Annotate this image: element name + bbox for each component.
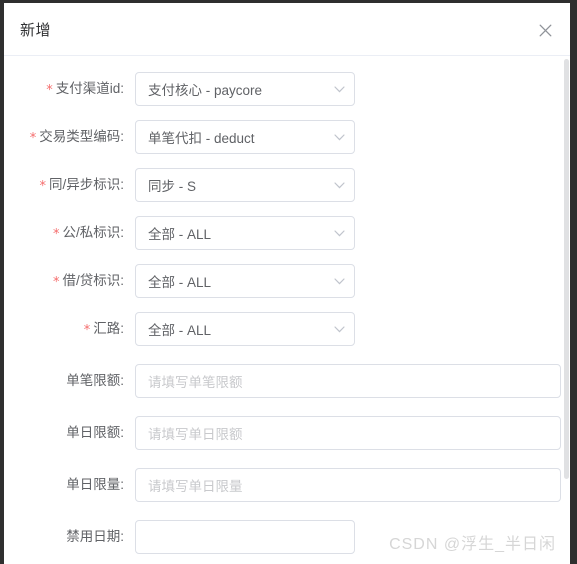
required-marker: * [52, 227, 60, 242]
select-value: 同步 - S [148, 179, 197, 194]
chevron-down-icon [333, 323, 345, 335]
required-marker: * [29, 131, 37, 146]
select-value: 全部 - ALL [148, 323, 212, 338]
scrollbar-thumb[interactable] [564, 59, 569, 479]
label-text: 汇路: [93, 321, 124, 336]
label-text: 公/私标识: [62, 225, 124, 240]
label-clearing-route: * 汇路: [4, 312, 124, 347]
select-debit-credit-flag[interactable]: 全部 - ALL [135, 264, 355, 298]
field-disabled-date [135, 520, 355, 554]
field-sync-async-flag: 同步 - S [135, 168, 355, 202]
label-public-private-flag: * 公/私标识: [4, 216, 124, 251]
dialog-header: 新增 [4, 3, 570, 56]
form-row-daily-limit-amount: 单日限额: 请填写单日限额 [4, 416, 570, 468]
form-row-clearing-route: * 汇路: 全部 - ALL [4, 312, 570, 360]
form-row-debit-credit-flag: * 借/贷标识: 全部 - ALL [4, 264, 570, 312]
chevron-down-icon [333, 227, 345, 239]
form-row-payment-channel-id: * 支付渠道id: 支付核心 - paycore [4, 72, 570, 120]
form-row-sync-async-flag: * 同/异步标识: 同步 - S [4, 168, 570, 216]
field-payment-channel-id: 支付核心 - paycore [135, 72, 355, 106]
chevron-down-icon [333, 131, 345, 143]
label-sync-async-flag: * 同/异步标识: [4, 168, 124, 203]
label-debit-credit-flag: * 借/贷标识: [4, 264, 124, 299]
label-single-limit-amount: 单笔限额: [4, 364, 124, 398]
label-text: 单日限量: [66, 477, 124, 492]
select-transaction-type-code[interactable]: 单笔代扣 - deduct [135, 120, 355, 154]
field-public-private-flag: 全部 - ALL [135, 216, 355, 250]
add-record-dialog: 新增 * 支付渠道id: 支付核心 - paycore * 交易类型编码: 单笔… [4, 3, 570, 564]
label-text: 单笔限额: [66, 373, 124, 388]
label-text: 单日限额: [66, 425, 124, 440]
dialog-scrollbar[interactable] [563, 59, 570, 564]
field-clearing-route: 全部 - ALL [135, 312, 355, 346]
input-placeholder: 请填写单日限量 [148, 479, 243, 494]
form-row-public-private-flag: * 公/私标识: 全部 - ALL [4, 216, 570, 264]
required-marker: * [52, 275, 60, 290]
form-row-daily-limit-count: 单日限量: 请填写单日限量 [4, 468, 570, 520]
input-daily-limit-amount[interactable]: 请填写单日限额 [135, 416, 561, 450]
label-daily-limit-count: 单日限量: [4, 468, 124, 502]
field-single-limit-amount: 请填写单笔限额 [135, 364, 561, 398]
field-debit-credit-flag: 全部 - ALL [135, 264, 355, 298]
field-daily-limit-count: 请填写单日限量 [135, 468, 561, 502]
chevron-down-icon [333, 83, 345, 95]
select-clearing-route[interactable]: 全部 - ALL [135, 312, 355, 346]
select-value: 支付核心 - paycore [148, 83, 263, 98]
csdn-watermark: CSDN @浮生_半日闲 [389, 536, 556, 553]
close-icon[interactable] [534, 19, 556, 41]
select-value: 单笔代扣 - deduct [148, 131, 255, 146]
label-transaction-type-code: * 交易类型编码: [4, 120, 124, 155]
label-disabled-date: 禁用日期: [4, 520, 124, 554]
input-placeholder: 请填写单日限额 [148, 427, 243, 442]
select-value: 全部 - ALL [148, 275, 212, 290]
select-payment-channel-id[interactable]: 支付核心 - paycore [135, 72, 355, 106]
required-marker: * [39, 179, 46, 194]
label-text: 交易类型编码: [39, 129, 124, 144]
input-daily-limit-count[interactable]: 请填写单日限量 [135, 468, 561, 502]
label-text: 借/贷标识: [62, 273, 124, 288]
input-single-limit-amount[interactable]: 请填写单笔限额 [135, 364, 561, 398]
label-text: 禁用日期: [66, 529, 124, 544]
chevron-down-icon [333, 275, 345, 287]
dialog-body: * 支付渠道id: 支付核心 - paycore * 交易类型编码: 单笔代扣 - … [4, 72, 570, 564]
select-value: 全部 - ALL [148, 227, 212, 242]
label-text: 支付渠道id: [55, 81, 124, 96]
required-marker: * [46, 83, 53, 98]
required-marker: * [83, 323, 91, 338]
select-public-private-flag[interactable]: 全部 - ALL [135, 216, 355, 250]
field-daily-limit-amount: 请填写单日限额 [135, 416, 561, 450]
field-transaction-type-code: 单笔代扣 - deduct [135, 120, 355, 154]
dialog-title: 新增 [20, 22, 52, 39]
label-payment-channel-id: * 支付渠道id: [4, 72, 124, 107]
label-text: 同/异步标识: [48, 177, 124, 192]
form-row-transaction-type-code: * 交易类型编码: 单笔代扣 - deduct [4, 120, 570, 168]
label-daily-limit-amount: 单日限额: [4, 416, 124, 450]
input-placeholder: 请填写单笔限额 [148, 375, 243, 390]
form-row-single-limit-amount: 单笔限额: 请填写单笔限额 [4, 364, 570, 416]
select-sync-async-flag[interactable]: 同步 - S [135, 168, 355, 202]
chevron-down-icon [333, 179, 345, 191]
input-disabled-date[interactable] [135, 520, 355, 554]
